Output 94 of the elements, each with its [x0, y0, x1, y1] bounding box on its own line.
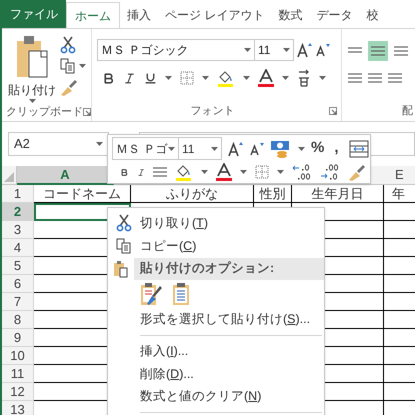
paste-button[interactable]: 貼り付け — [8, 35, 56, 103]
wrap-text-icon[interactable] — [348, 140, 369, 158]
row-header[interactable]: 8 — [2, 311, 34, 329]
shrink-font-icon[interactable] — [316, 43, 330, 57]
percent-button[interactable]: % — [311, 137, 324, 160]
ribbon-tab[interactable]: ページ レイアウト — [158, 2, 272, 28]
fill-color-icon[interactable] — [175, 163, 193, 181]
table-cell: 生年月日 — [292, 185, 384, 203]
font-size-field[interactable]: 11 — [254, 39, 294, 61]
grow-font-icon[interactable] — [297, 42, 313, 58]
column-header[interactable]: A — [17, 166, 114, 185]
file-tab[interactable]: ファイル — [2, 0, 66, 28]
dropdown-caret-icon[interactable] — [240, 170, 247, 174]
shrink-font-icon[interactable] — [250, 142, 264, 156]
row-header[interactable]: 4 — [2, 239, 34, 257]
increase-decimal-icon[interactable] — [292, 163, 312, 181]
table-cell: 性別 — [254, 185, 292, 203]
copy-icon[interactable] — [60, 58, 76, 74]
dropdown-caret-icon[interactable] — [319, 76, 326, 80]
group-label: 配 — [402, 104, 413, 119]
align-top-icon[interactable] — [348, 47, 362, 55]
font-color-icon[interactable] — [258, 69, 274, 87]
row-header[interactable]: 13 — [2, 401, 34, 415]
accounting-format-icon[interactable] — [270, 140, 292, 158]
align-center-icon[interactable] — [153, 167, 167, 177]
fill-color-icon[interactable] — [217, 69, 235, 87]
menu-item[interactable]: 切り取り(T) — [108, 212, 324, 235]
font-color-icon[interactable] — [216, 163, 232, 181]
align-bottom-icon[interactable] — [394, 46, 408, 56]
group-label: クリップボード — [6, 104, 83, 120]
comma-button[interactable]: , — [330, 137, 343, 160]
underline-icon[interactable] — [144, 72, 157, 84]
menu-item[interactable]: 数式と値のクリア(N) — [108, 385, 324, 408]
dropdown-caret-icon[interactable] — [202, 76, 209, 80]
paste-values-icon[interactable] — [172, 282, 190, 306]
ribbon-tab[interactable]: データ — [309, 2, 360, 28]
row-header[interactable]: 11 — [2, 365, 34, 383]
row-header[interactable]: 1 — [2, 185, 34, 203]
table-cell: コードネーム — [34, 185, 131, 203]
table-cell: ふりがな — [131, 185, 254, 203]
row-header[interactable]: 6 — [2, 275, 34, 293]
dialog-launcher-icon[interactable] — [329, 107, 337, 115]
grow-font-icon[interactable] — [228, 140, 244, 156]
dropdown-caret-icon[interactable] — [243, 76, 250, 80]
row-header[interactable]: 7 — [2, 293, 34, 311]
borders-icon[interactable] — [255, 165, 269, 179]
row-header[interactable]: 10 — [2, 347, 34, 365]
align-middle-icon[interactable] — [371, 46, 385, 56]
group-label: フォント — [190, 104, 234, 119]
borders-icon[interactable] — [180, 71, 194, 85]
align-right-icon[interactable] — [388, 73, 402, 83]
menu-item[interactable]: 挿入(I)... — [108, 340, 324, 363]
format-painter-icon[interactable] — [60, 78, 78, 96]
dropdown-caret-icon[interactable] — [79, 64, 86, 68]
ribbon-tab[interactable]: ホーム — [66, 2, 120, 28]
ribbon-tab[interactable]: 校 — [359, 2, 386, 28]
table-cell: 年 — [384, 185, 415, 203]
phonetic-icon[interactable] — [297, 69, 311, 87]
cut-icon[interactable] — [116, 214, 132, 232]
ribbon-tab[interactable]: 数式 — [271, 2, 310, 28]
name-box[interactable]: A2 — [8, 132, 109, 156]
dropdown-caret-icon[interactable] — [282, 76, 289, 80]
ribbon-tab[interactable]: 挿入 — [120, 2, 158, 28]
dropdown-caret-icon[interactable] — [165, 76, 172, 80]
bold-icon[interactable] — [102, 72, 115, 84]
italic-icon[interactable] — [123, 72, 136, 84]
row-header[interactable]: 2 — [2, 203, 34, 221]
align-center-icon[interactable] — [368, 73, 382, 83]
copy-icon[interactable] — [116, 238, 132, 254]
row-header[interactable]: 5 — [2, 257, 34, 275]
dropdown-caret-icon[interactable] — [283, 48, 290, 52]
align-middle-button[interactable] — [368, 41, 388, 61]
paste-keep-formatting-icon[interactable] — [140, 282, 162, 306]
cut-icon[interactable] — [60, 36, 76, 54]
column-header[interactable]: E — [367, 166, 415, 185]
decrease-decimal-icon[interactable] — [320, 163, 340, 181]
align-left-icon[interactable] — [348, 73, 362, 83]
menu-item[interactable]: 削除(D)... — [108, 362, 324, 386]
menu-section-header: 貼り付けのオプション: — [134, 258, 324, 280]
dropdown-caret-icon[interactable] — [96, 142, 103, 146]
clipboard-icon[interactable] — [113, 260, 129, 278]
menu-item[interactable]: コピー(C) — [108, 234, 324, 258]
row-header[interactable]: 3 — [2, 221, 34, 239]
dialog-launcher-icon[interactable] — [83, 108, 91, 116]
format-painter-icon[interactable] — [348, 163, 366, 181]
dropdown-caret-icon[interactable] — [28, 99, 36, 103]
dropdown-caret-icon[interactable] — [201, 170, 208, 174]
dropdown-caret-icon[interactable] — [277, 170, 284, 174]
font-name-field[interactable]: ＭＳ Ｐゴシック — [97, 39, 255, 61]
row-header[interactable]: 12 — [2, 383, 34, 401]
row-header[interactable]: 9 — [2, 329, 34, 347]
dropdown-caret-icon[interactable] — [244, 48, 251, 52]
menu-item[interactable]: 形式を選択して貼り付け(S)... — [108, 308, 324, 332]
dropdown-caret-icon[interactable] — [298, 146, 305, 150]
